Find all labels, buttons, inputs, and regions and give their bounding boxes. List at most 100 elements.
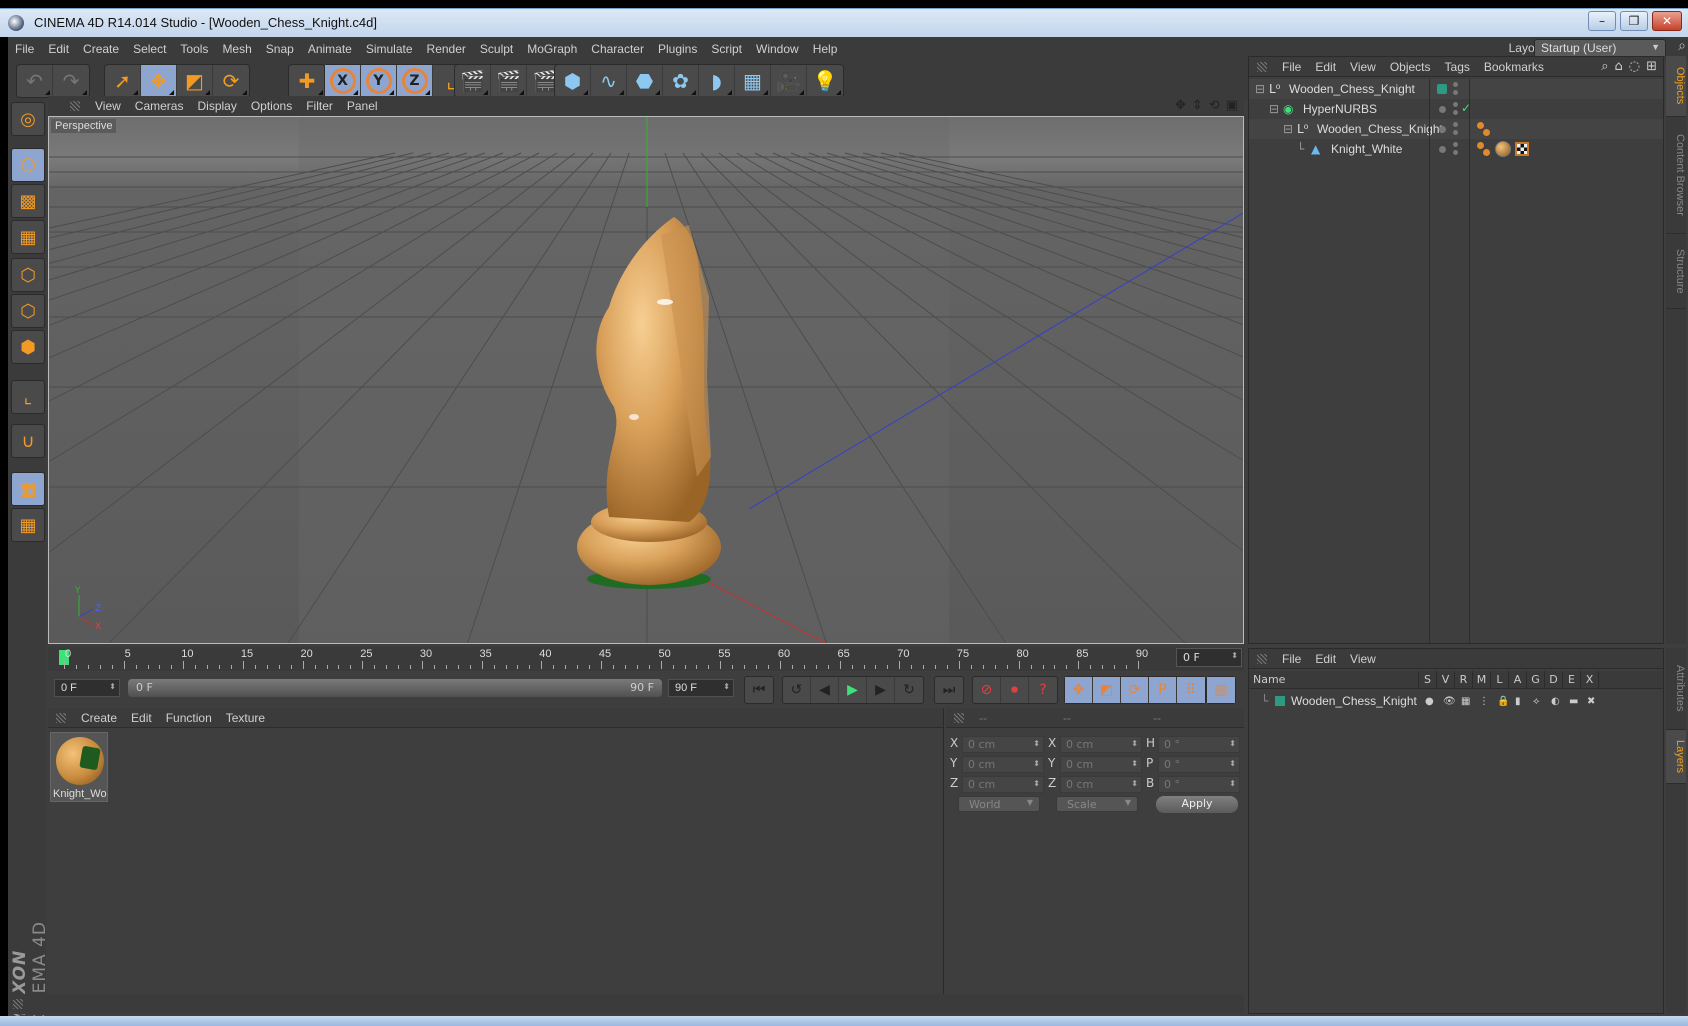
undo-button[interactable]: ↶ bbox=[17, 65, 53, 97]
coordinate-mode-dropdown[interactable]: World ▼ bbox=[958, 796, 1040, 812]
object-row[interactable]: ⊟ L⁰ Wooden_Chess_Knight bbox=[1249, 119, 1663, 139]
viewport-menu-panel[interactable]: Panel bbox=[340, 99, 385, 113]
panel-grip[interactable] bbox=[1257, 61, 1267, 72]
move-view-icon[interactable]: ✥ bbox=[1175, 98, 1186, 113]
layer-column-v[interactable]: V bbox=[1437, 671, 1455, 689]
nurbs-button[interactable]: ⬣ bbox=[627, 65, 663, 97]
keyframe-selection-button[interactable]: ? bbox=[1029, 677, 1057, 703]
floor-button[interactable]: ▦ bbox=[735, 65, 771, 97]
layer-column-s[interactable]: S bbox=[1419, 671, 1437, 689]
move-button[interactable]: ✥ bbox=[141, 65, 177, 97]
tab-objects[interactable]: Objects bbox=[1666, 56, 1686, 117]
start-frame-field[interactable]: 0 F ⬍ bbox=[54, 679, 120, 697]
mograph-cloner-button[interactable]: ✿ bbox=[663, 65, 699, 97]
recent-tools-button[interactable]: ✚ bbox=[289, 65, 325, 97]
coordinate-field[interactable]: 0 cm ⬍ bbox=[962, 756, 1044, 773]
render-visibility-dot[interactable] bbox=[1453, 82, 1458, 87]
menu-mograph[interactable]: MoGraph bbox=[520, 42, 584, 56]
model-mode-button[interactable]: ⬡ bbox=[11, 148, 45, 182]
menu-select[interactable]: Select bbox=[126, 42, 173, 56]
layer-column-name[interactable]: Name bbox=[1249, 671, 1419, 689]
render-visibility-dot[interactable] bbox=[1453, 122, 1458, 127]
layer-menu-file[interactable]: File bbox=[1275, 652, 1308, 666]
object-menu-bookmarks[interactable]: Bookmarks bbox=[1477, 60, 1551, 74]
object-menu-objects[interactable]: Objects bbox=[1383, 60, 1438, 74]
transform-mode-dropdown[interactable]: Scale ▼ bbox=[1056, 796, 1138, 812]
render-view-button[interactable]: 🎬 bbox=[455, 65, 491, 97]
editor-visibility-dot[interactable] bbox=[1439, 126, 1446, 133]
panel-grip[interactable] bbox=[1257, 653, 1267, 664]
apply-button[interactable]: Apply bbox=[1156, 796, 1238, 813]
object-menu-tags[interactable]: Tags bbox=[1438, 60, 1477, 74]
search-icon[interactable]: ⌕ bbox=[1678, 38, 1686, 54]
object-row[interactable]: ⊟ ◉ HyperNURBS ✓ bbox=[1249, 99, 1663, 119]
tab-layers[interactable]: Layers bbox=[1666, 730, 1686, 784]
menu-sculpt[interactable]: Sculpt bbox=[473, 42, 520, 56]
prev-frame-button[interactable]: ◀ bbox=[811, 677, 839, 703]
menu-render[interactable]: Render bbox=[420, 42, 473, 56]
timeline-ruler[interactable]: 0 5 10 15 20 25 30 35 40 45 50 55 60 65 70 75 80 85 90 0 F… bbox=[48, 647, 1244, 671]
z-axis-lock-button[interactable]: Z bbox=[397, 65, 433, 97]
render-visibility-dot[interactable] bbox=[1453, 110, 1458, 115]
solo-icon[interactable]: ● bbox=[1425, 696, 1434, 707]
expand-toggle-icon[interactable]: ⊟ bbox=[1255, 82, 1265, 96]
material-menu-texture[interactable]: Texture bbox=[219, 711, 272, 725]
material-tag-icon[interactable] bbox=[1495, 141, 1511, 157]
xref-icon[interactable]: ✖ bbox=[1587, 696, 1595, 707]
viewport-menu-view[interactable]: View bbox=[88, 99, 128, 113]
coordinate-field[interactable]: 0 cm ⬍ bbox=[1060, 736, 1142, 753]
object-row[interactable]: └ ▲ Knight_White bbox=[1249, 139, 1663, 159]
search-icon[interactable]: ⌕ bbox=[1601, 59, 1608, 74]
workplane-align-button[interactable]: ▦ bbox=[11, 508, 45, 542]
polygons-mode-button[interactable]: ⬢ bbox=[11, 330, 45, 364]
key-pla-button[interactable]: ⠿ bbox=[1177, 677, 1205, 703]
expand-toggle-icon[interactable]: └ bbox=[1297, 142, 1304, 156]
menu-help[interactable]: Help bbox=[806, 42, 845, 56]
menu-snap[interactable]: Snap bbox=[259, 42, 301, 56]
coordinate-field[interactable]: 0 ° ⬍ bbox=[1158, 736, 1240, 753]
object-menu-file[interactable]: File bbox=[1275, 60, 1308, 74]
render-visibility-dot[interactable] bbox=[1453, 150, 1458, 155]
panel-grip[interactable] bbox=[56, 712, 66, 723]
toggle-layout-icon[interactable]: ▣ bbox=[1226, 98, 1238, 113]
make-editable-button[interactable]: ◎ bbox=[11, 102, 45, 136]
close-button[interactable]: ✕ bbox=[1652, 11, 1682, 31]
minimize-button[interactable]: – bbox=[1588, 11, 1616, 31]
prev-key-button[interactable]: ↺ bbox=[783, 677, 811, 703]
redo-button[interactable]: ↷ bbox=[53, 65, 89, 97]
expressions-icon[interactable]: ▬ bbox=[1569, 696, 1578, 707]
axis-mode-button[interactable]: ⌞ bbox=[11, 380, 45, 414]
end-frame-field[interactable]: 90 F ⬍ bbox=[668, 679, 734, 697]
timeline-button[interactable]: ▥ bbox=[1207, 677, 1235, 703]
manager-icon[interactable]: ⋮ bbox=[1479, 696, 1489, 707]
next-frame-button[interactable]: ▶ bbox=[867, 677, 895, 703]
menu-animate[interactable]: Animate bbox=[301, 42, 359, 56]
workplane-mode-button[interactable]: ▦ bbox=[11, 220, 45, 254]
material-menu-create[interactable]: Create bbox=[74, 711, 124, 725]
expand-toggle-icon[interactable]: ⊟ bbox=[1269, 102, 1279, 116]
panel-grip[interactable] bbox=[954, 712, 964, 723]
eye-icon[interactable]: ◌ bbox=[1629, 59, 1640, 74]
points-mode-button[interactable]: ⬡ bbox=[11, 258, 45, 292]
viewport-menu-cameras[interactable]: Cameras bbox=[128, 99, 191, 113]
panel-grip[interactable] bbox=[70, 101, 80, 111]
editor-visibility-dot[interactable] bbox=[1439, 106, 1446, 113]
layer-column-d[interactable]: D bbox=[1545, 671, 1563, 689]
menu-edit[interactable]: Edit bbox=[41, 42, 76, 56]
menu-simulate[interactable]: Simulate bbox=[359, 42, 420, 56]
menu-window[interactable]: Window bbox=[749, 42, 806, 56]
layer-column-x[interactable]: X bbox=[1581, 671, 1599, 689]
new-window-icon[interactable]: ⊞ bbox=[1646, 59, 1657, 74]
layer-column-r[interactable]: R bbox=[1455, 671, 1473, 689]
key-parameter-button[interactable]: P bbox=[1149, 677, 1177, 703]
tab-content-browser[interactable]: Content Browser bbox=[1666, 117, 1686, 234]
material-swatch[interactable]: Knight_Wo bbox=[50, 732, 108, 802]
x-axis-lock-button[interactable]: X bbox=[325, 65, 361, 97]
spline-button[interactable]: ∿ bbox=[591, 65, 627, 97]
deformers-icon[interactable]: ◐ bbox=[1551, 696, 1560, 707]
generators-icon[interactable]: ⟡ bbox=[1533, 696, 1540, 707]
scale-button[interactable]: ◩ bbox=[177, 65, 213, 97]
coordinate-field[interactable]: 0 cm ⬍ bbox=[962, 736, 1044, 753]
goto-end-button[interactable]: ⏭ bbox=[935, 677, 963, 703]
goto-start-button[interactable]: ⏮ bbox=[745, 677, 773, 703]
